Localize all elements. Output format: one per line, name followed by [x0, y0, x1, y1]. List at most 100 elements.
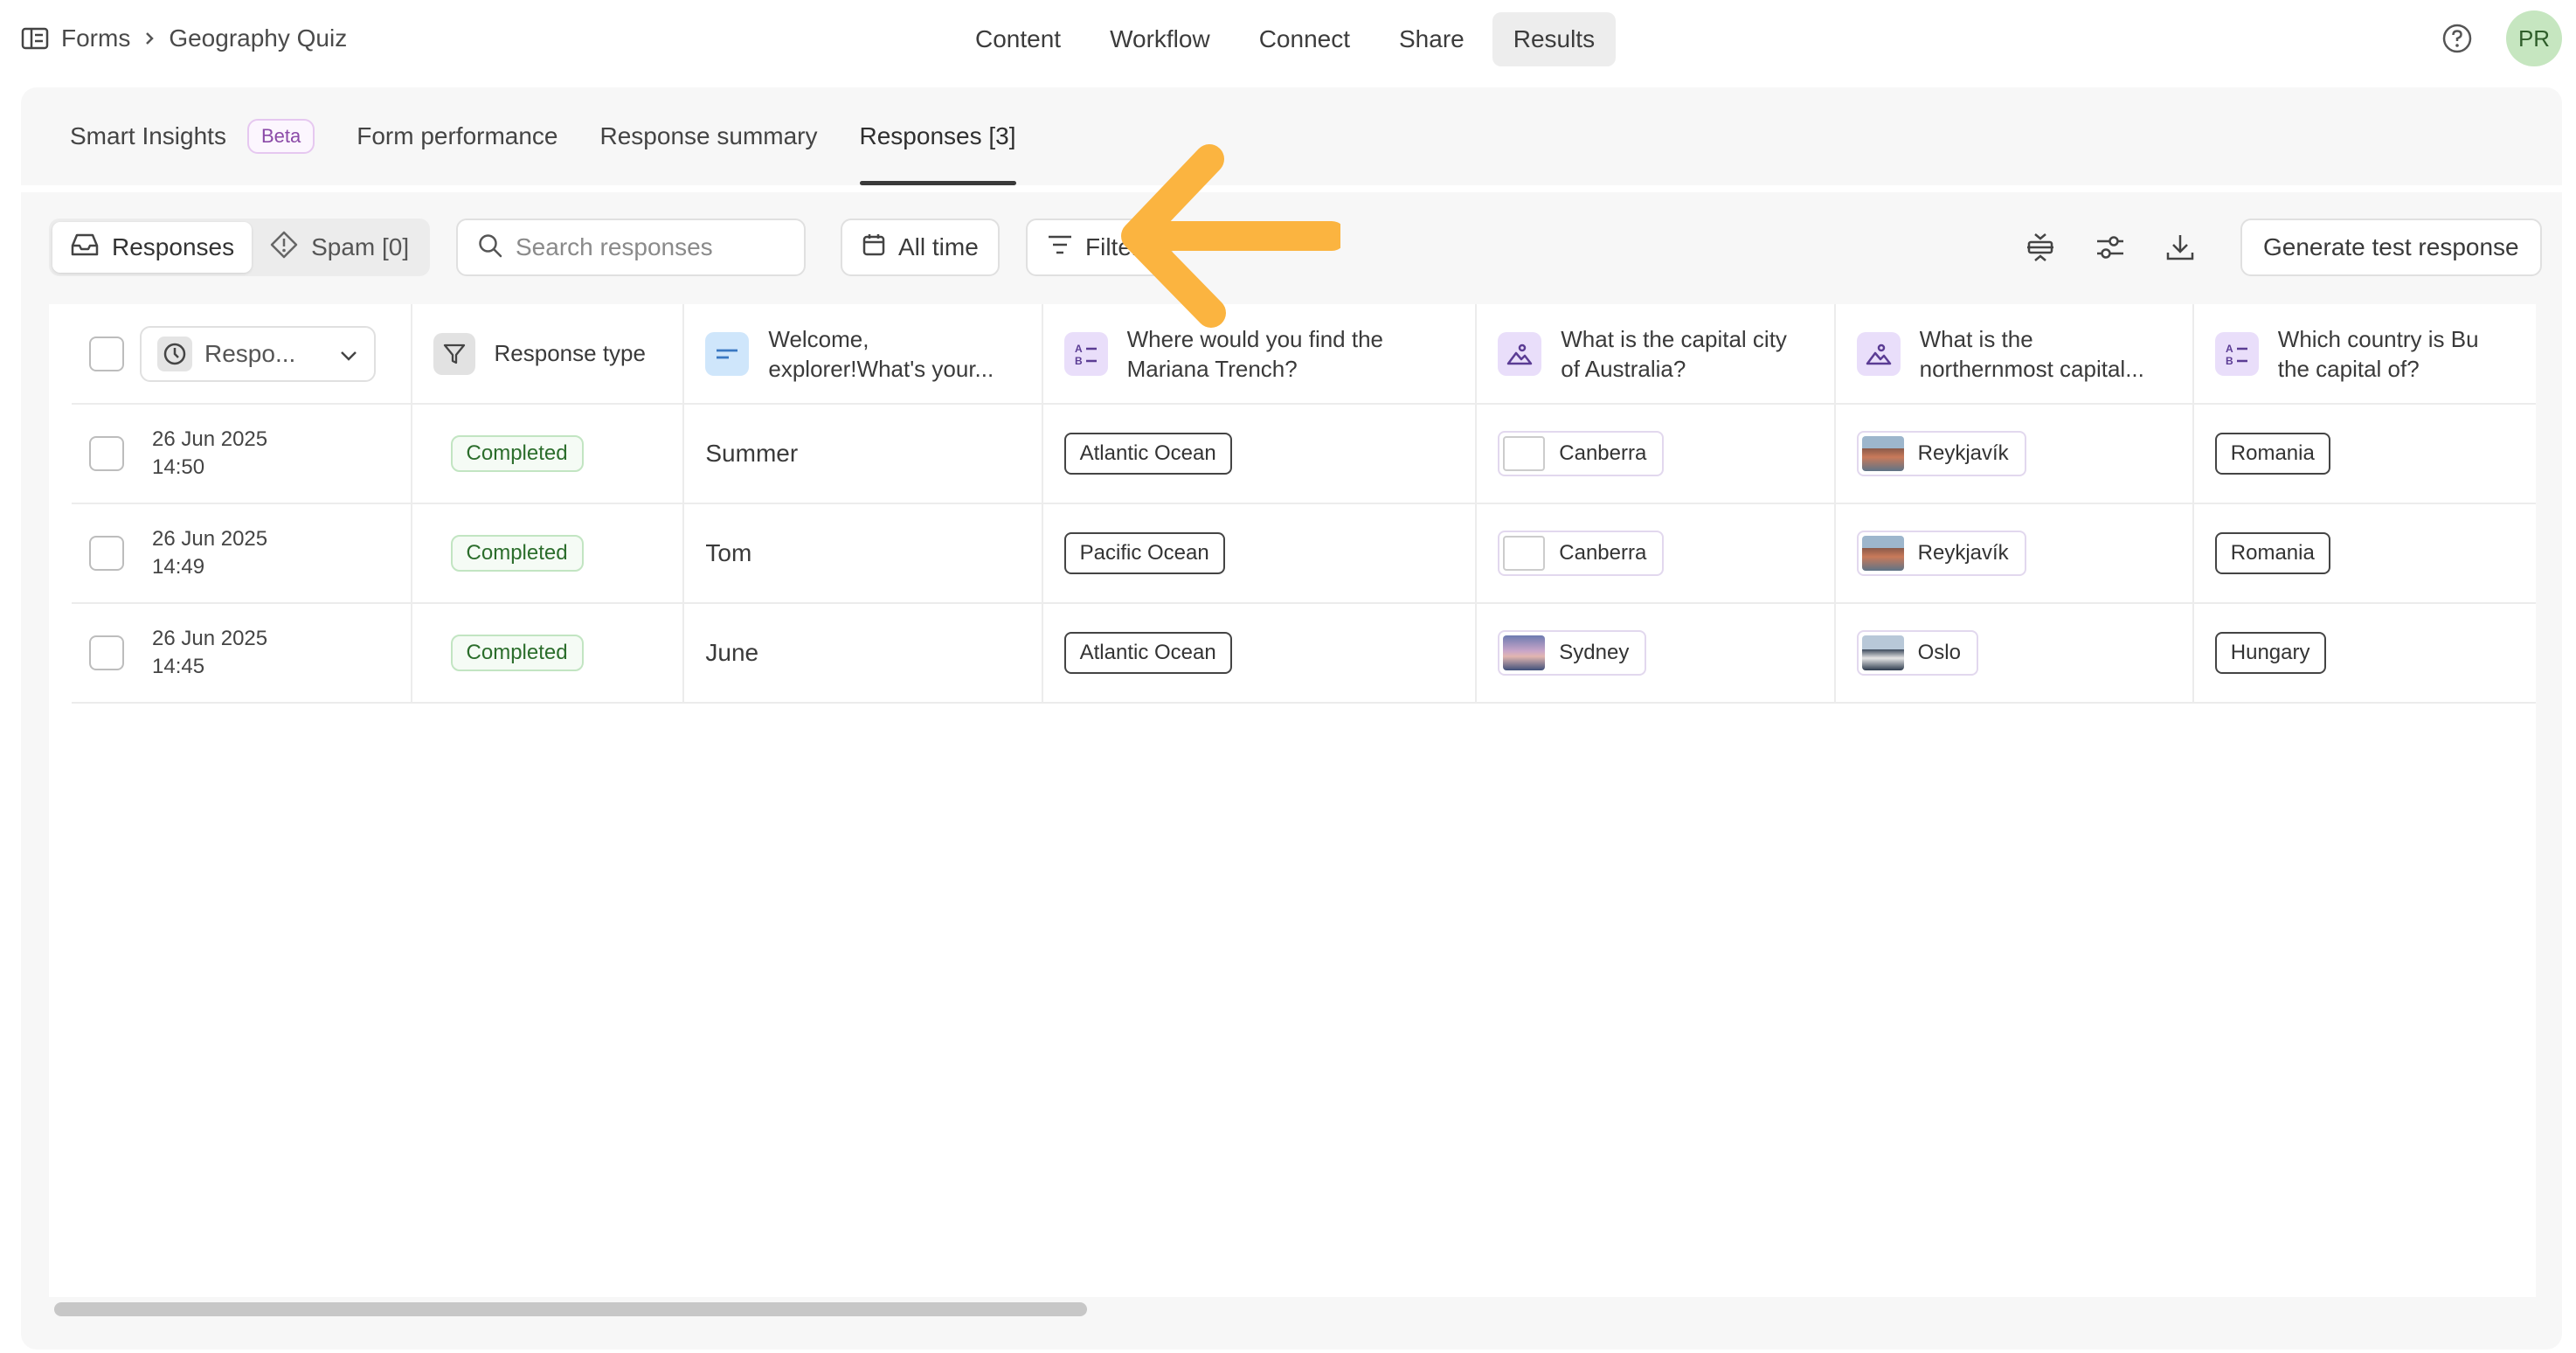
response-time: 14:50 [152, 455, 205, 479]
response-type-cell: Completed [411, 603, 685, 704]
date-range-button[interactable]: All time [841, 219, 1000, 276]
answer-picture-tag: Canberra [1498, 530, 1665, 576]
column-header-line-1: What is the capital city [1561, 325, 1787, 352]
row-checkbox[interactable] [89, 536, 124, 571]
date-range-label: All time [898, 233, 979, 260]
northern-capital-cell: Reykjavík [1834, 503, 2194, 604]
help-icon[interactable] [2441, 23, 2473, 54]
tab-responses[interactable]: Responses [3] [839, 87, 1037, 185]
column-header-line-1: What is the [1919, 325, 2033, 352]
answer-picture-tag: Reykjavík [1856, 430, 2026, 476]
sort-column-select[interactable]: Respo... [140, 325, 376, 382]
table-row[interactable]: 26 Jun 2025 14:50 Completed Summer Atlant… [72, 404, 2536, 504]
broken-image-icon [1503, 535, 1546, 571]
column-header-country[interactable]: AB Which country is Bu the capital of? [2192, 304, 2536, 405]
svg-text:A: A [1075, 343, 1083, 355]
column-header-line-2: of Australia? [1561, 355, 1686, 382]
status-badge: Completed [450, 435, 584, 472]
tab-smart-insights[interactable]: Smart Insights Beta [49, 87, 336, 185]
answer-picture-tag: Canberra [1498, 430, 1665, 476]
column-header-northernmost-capital[interactable]: What is the northernmost capital... [1834, 304, 2194, 405]
generate-test-response-button[interactable]: Generate test response [2240, 219, 2542, 276]
answer-tag: Romania [2214, 532, 2330, 574]
country-cell: Hungary [2192, 603, 2536, 704]
broken-image-icon [1503, 435, 1546, 471]
nav-content[interactable]: Content [954, 12, 1082, 66]
column-header-line-2: the capital of? [2277, 355, 2420, 382]
table-row[interactable]: 26 Jun 2025 14:49 Completed Tom Pacific O… [72, 503, 2536, 604]
picture-choice-icon [1856, 331, 1901, 376]
search-icon [477, 232, 503, 263]
column-header-line-2: northernmost capital... [1919, 355, 2144, 382]
response-date: 26 Jun 2025 [152, 527, 268, 551]
multiple-choice-icon: AB [2214, 331, 2259, 376]
status-badge: Completed [450, 635, 584, 671]
spam-toggle-button[interactable]: Spam [0] [252, 222, 426, 273]
answer-label: Sydney [1559, 640, 1630, 664]
row-select-cell: 26 Jun 2025 14:50 [72, 404, 412, 504]
nav-share[interactable]: Share [1378, 12, 1485, 66]
answer-tag: Romania [2214, 433, 2330, 475]
column-header-capital-australia[interactable]: What is the capital city of Australia? [1476, 304, 1836, 405]
search-input[interactable] [516, 233, 795, 261]
nav-connect[interactable]: Connect [1238, 12, 1371, 66]
breadcrumb-current[interactable]: Geography Quiz [169, 24, 347, 52]
nav-workflow[interactable]: Workflow [1089, 12, 1231, 66]
column-header-response-type[interactable]: Response type [411, 304, 685, 405]
select-all-checkbox[interactable] [89, 336, 124, 371]
northern-capital-cell: Reykjavík [1834, 404, 2194, 504]
answer-picture-tag: Sydney [1498, 629, 1647, 676]
tab-smart-insights-label: Smart Insights [70, 122, 226, 149]
capital-au-cell: Canberra [1476, 404, 1836, 504]
city-photo-thumbnail [1861, 635, 1904, 670]
name-cell: June [683, 603, 1043, 704]
nav-results[interactable]: Results [1492, 12, 1617, 66]
answer-tag: Hungary [2214, 632, 2326, 674]
answer-tag: Pacific Ocean [1063, 532, 1225, 574]
breadcrumb-forms-link[interactable]: Forms [61, 24, 130, 52]
column-header-line-2: Mariana Trench? [1126, 355, 1298, 382]
responses-table-container: Respo... Response type Welcome, explorer… [49, 304, 2536, 1297]
tab-response-summary[interactable]: Response summary [579, 87, 839, 185]
answer-label: Canberra [1559, 441, 1647, 465]
svg-text:A: A [2226, 343, 2233, 355]
responses-spam-toggle: Responses Spam [0] [49, 219, 431, 276]
row-select-cell: 26 Jun 2025 14:45 [72, 603, 412, 704]
main-nav: Content Workflow Connect Share Results [954, 12, 1617, 66]
select-sort-header: Respo... [72, 304, 412, 405]
response-type-cell: Completed [411, 503, 685, 604]
country-cell: Romania [2192, 503, 2536, 604]
svg-text:B: B [2226, 355, 2233, 367]
responses-toggle-button[interactable]: Responses [52, 222, 253, 273]
tab-form-performance[interactable]: Form performance [336, 87, 578, 185]
row-checkbox[interactable] [89, 635, 124, 670]
answer-label: Reykjavík [1917, 540, 2009, 565]
response-type-cell: Completed [411, 404, 685, 504]
user-avatar[interactable]: PR [2506, 10, 2562, 66]
ocean-cell: Atlantic Ocean [1042, 603, 1478, 704]
city-photo-thumbnail [1503, 635, 1546, 670]
search-box [456, 219, 806, 276]
row-checkbox[interactable] [89, 436, 124, 471]
multiple-choice-icon: AB [1063, 331, 1108, 376]
city-photo-thumbnail [1861, 535, 1904, 571]
name-cell: Tom [683, 503, 1043, 604]
table-row[interactable]: 26 Jun 2025 14:45 Completed June Atlantic… [72, 603, 2536, 704]
breadcrumb: Forms Geography Quiz [21, 19, 347, 58]
annotation-arrow-icon [1113, 142, 1347, 334]
response-time: 14:49 [152, 555, 205, 579]
name-cell: Summer [683, 404, 1043, 504]
column-header-welcome[interactable]: Welcome, explorer!What's your... [683, 304, 1043, 405]
ocean-cell: Atlantic Ocean [1042, 404, 1478, 504]
row-height-icon[interactable] [2019, 226, 2062, 269]
results-panel: Smart Insights Beta Form performance Res… [21, 87, 2562, 1350]
forms-icon [21, 26, 49, 51]
answer-tag: Atlantic Ocean [1063, 632, 1232, 674]
horizontal-scrollbar[interactable] [54, 1302, 1087, 1316]
inbox-icon [70, 232, 100, 264]
column-header-line-1: Welcome, [768, 325, 869, 352]
column-header-line-1: Which country is Bu [2277, 325, 2479, 352]
column-settings-icon[interactable] [2088, 226, 2132, 269]
capital-au-cell: Canberra [1476, 503, 1836, 604]
download-icon[interactable] [2158, 226, 2202, 269]
